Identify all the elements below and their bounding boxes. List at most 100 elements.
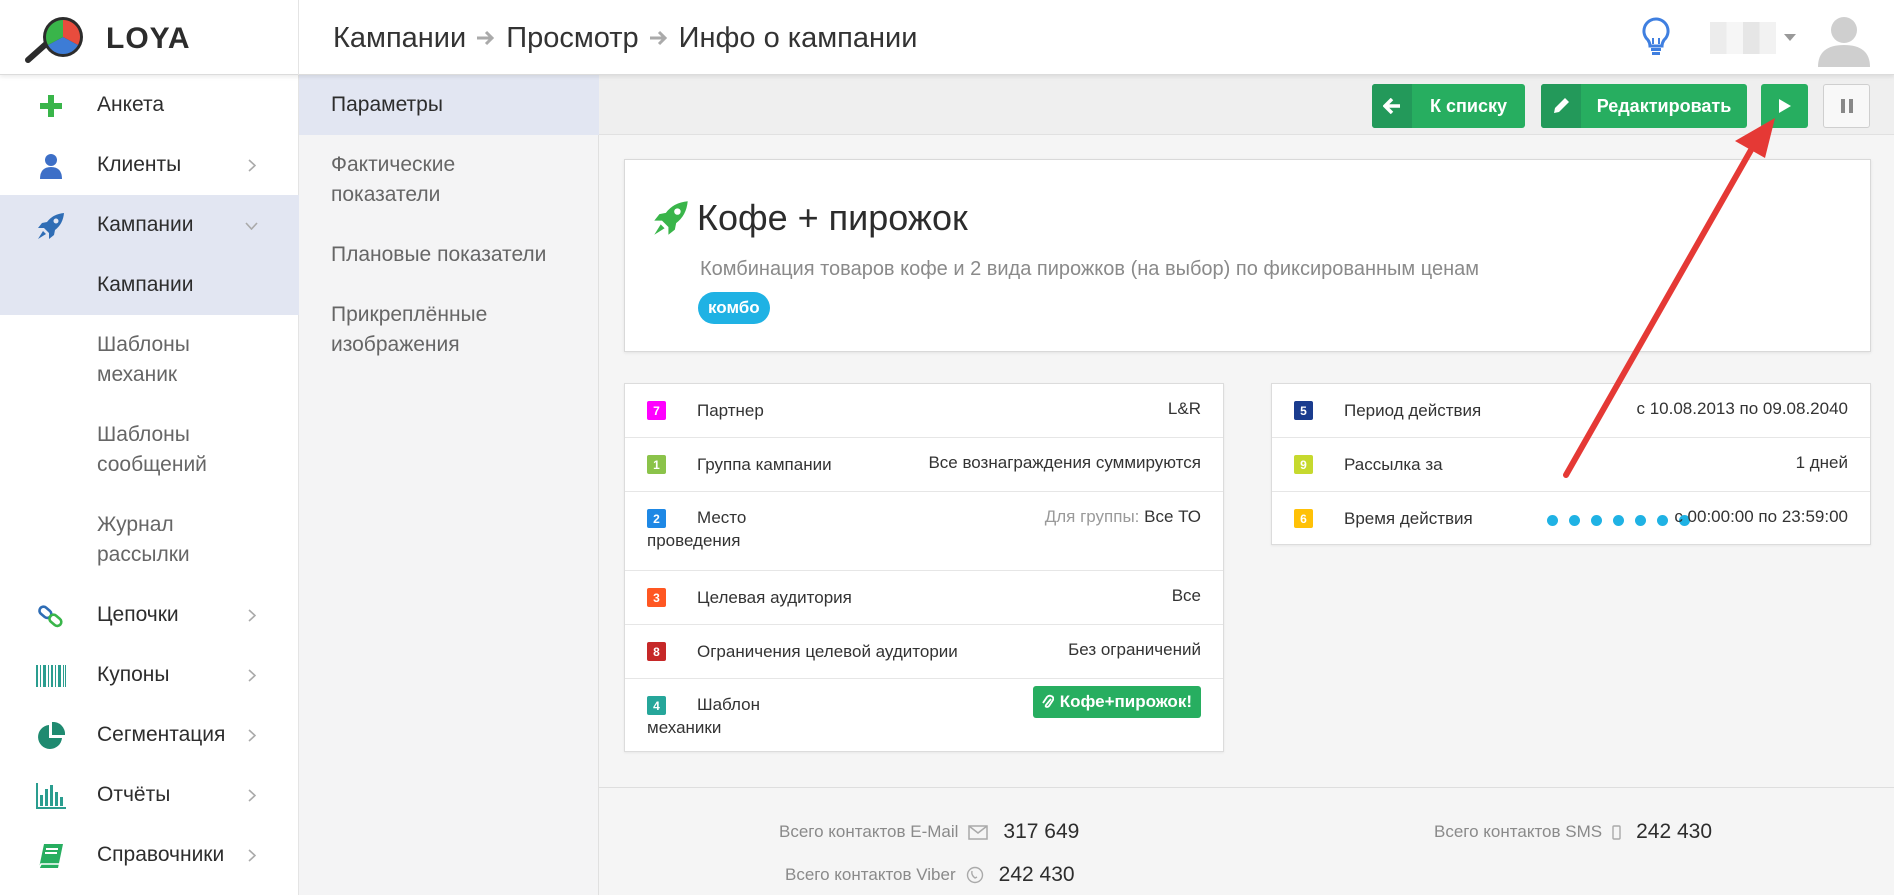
logo-magnifier-icon (24, 14, 86, 64)
param-badge: 5 (1294, 401, 1313, 420)
secondary-nav: Параметры Фактические показатели Плановы… (299, 75, 599, 895)
back-to-list-button[interactable]: К списку (1372, 84, 1525, 128)
param-badge: 3 (647, 588, 666, 607)
viber-phone-icon (966, 866, 984, 884)
sidebar-subitem-label: Шаблоны механик (97, 333, 190, 386)
rocket-icon (36, 211, 66, 241)
param-row-mechanic-template: 4 Шаблон механики Кофе+пирожок! (625, 679, 1223, 753)
param-row-audience-limits: 8 Ограничения целевой аудитории Без огра… (625, 625, 1223, 679)
sidebar-subitem-label: Кампании (97, 273, 194, 296)
sidebar-item-label: Цепочки (97, 603, 179, 626)
sidebar-item-label: Отчёты (97, 783, 171, 806)
pencil-icon (1541, 84, 1581, 128)
param-value: с 00:00:00 по 23:59:00 (1674, 507, 1848, 526)
main-content: К списку Редактировать Кофе + пирожок Ко… (599, 75, 1894, 895)
edit-button[interactable]: Редактировать (1541, 84, 1747, 128)
stat-sms-label: Всего контактов SMS (1434, 822, 1603, 841)
sidebar-subitem-message-templates[interactable]: Шаблоны сообщений (0, 405, 299, 495)
user-icon (36, 151, 66, 181)
user-name-blurred[interactable] (1710, 22, 1776, 54)
param-value-text: Все ТО (1144, 507, 1201, 526)
play-icon (1778, 99, 1791, 113)
campaign-title: Кофе + пирожок (697, 197, 968, 238)
chevron-down-icon[interactable] (1784, 34, 1796, 42)
sidebar-item-label: Кампании (97, 213, 194, 236)
book-icon (36, 841, 66, 871)
logo[interactable]: LOYA (0, 0, 299, 75)
subnav-item-actual-metrics[interactable]: Фактические показатели (299, 135, 599, 225)
logo-text: LOYA (106, 22, 191, 55)
campaign-description: Комбинация товаров кофе и 2 вида пирожко… (700, 258, 1479, 280)
param-value-prefix: Для группы: (1044, 507, 1140, 526)
breadcrumb-item-campaigns[interactable]: Кампании (333, 22, 466, 55)
lightbulb-icon[interactable] (1640, 16, 1672, 58)
top-bar: LOYA Кампании Просмотр Инфо о кампании (0, 0, 1894, 75)
avatar[interactable] (1815, 11, 1873, 67)
stat-viber-value: 242 430 (998, 863, 1075, 886)
sidebar-item-chains[interactable]: Цепочки (0, 585, 299, 645)
subnav-item-parameters[interactable]: Параметры (299, 75, 599, 135)
param-label: Период действия (1344, 401, 1482, 420)
param-badge: 8 (647, 642, 666, 661)
subnav-item-label: Плановые показатели (331, 243, 547, 266)
param-badge: 9 (1294, 455, 1313, 474)
param-label: Шаблон механики (647, 695, 760, 737)
param-value: L&R (1167, 399, 1201, 418)
back-to-list-label: К списку (1430, 95, 1507, 116)
weekday-dot (1591, 515, 1602, 526)
param-badge: 6 (1294, 509, 1313, 528)
sidebar-subitem-label: Журнал рассылки (97, 513, 190, 566)
chevron-right-icon (248, 789, 256, 802)
subnav-item-planned-metrics[interactable]: Плановые показатели (299, 225, 599, 285)
chevron-right-icon (248, 159, 256, 172)
sidebar-item-label: Купоны (97, 663, 170, 686)
barcode-icon (36, 661, 66, 691)
mechanic-template-link[interactable]: Кофе+пирожок! (1032, 686, 1201, 718)
breadcrumb-item-view[interactable]: Просмотр (506, 22, 638, 55)
sidebar-item-reports[interactable]: Отчёты (0, 765, 299, 825)
stat-email-label: Всего контактов E-Mail (779, 822, 959, 841)
sidebar-item-label: Анкета (97, 93, 165, 116)
weekday-dot (1613, 515, 1624, 526)
sidebar-item-coupons[interactable]: Купоны (0, 645, 299, 705)
rocket-icon (653, 200, 689, 236)
sidebar-item-campaigns[interactable]: Кампании (0, 195, 299, 255)
weekday-dot (1547, 515, 1558, 526)
param-label: Целевая аудитория (697, 588, 852, 607)
campaign-tag[interactable]: комбо (698, 292, 770, 324)
sidebar-item-directories[interactable]: Справочники (0, 825, 299, 885)
subnav-item-label: Фактические показатели (331, 153, 456, 206)
envelope-icon (968, 824, 989, 840)
param-value: 1 дней (1795, 453, 1848, 472)
sidebar-item-segmentation[interactable]: Сегментация (0, 705, 299, 765)
sidebar-subitem-mailing-log[interactable]: Журнал рассылки (0, 495, 299, 585)
breadcrumb-arrow-icon (476, 29, 496, 47)
stat-email-value: 317 649 (1003, 820, 1080, 843)
param-label: Группа кампании (697, 455, 832, 474)
param-label: Время действия (1344, 509, 1473, 528)
sidebar-item-survey[interactable]: Анкета (0, 75, 299, 135)
breadcrumb-item-current: Инфо о кампании (678, 21, 918, 54)
sidebar-subitem-mechanic-templates[interactable]: Шаблоны механик (0, 315, 299, 405)
sidebar-subitem-campaigns[interactable]: Кампании (0, 255, 299, 315)
param-value: Все вознаграждения суммируются (928, 453, 1201, 472)
sidebar-item-clients[interactable]: Клиенты (0, 135, 299, 195)
sidebar-subitem-label: Шаблоны сообщений (97, 423, 207, 476)
param-row-location: 2 Место проведения Для группы: Все ТО (625, 492, 1223, 571)
param-row-partner: 7 Партнер L&R (625, 384, 1223, 438)
chevron-right-icon (248, 609, 256, 622)
subnav-item-attached-images[interactable]: Прикреплённые изображения (299, 285, 599, 375)
param-badge: 1 (647, 455, 666, 474)
toolbar: К списку Редактировать (599, 75, 1894, 135)
params-card-left: 7 Партнер L&R 1 Группа кампании Все возн… (624, 383, 1224, 752)
pause-button[interactable] (1823, 84, 1870, 128)
param-row-campaign-group: 1 Группа кампании Все вознаграждения сум… (625, 438, 1223, 492)
start-button[interactable] (1761, 84, 1808, 128)
stat-viber: Всего контактов Viber 242 430 (785, 863, 1075, 887)
pause-icon (1840, 99, 1853, 113)
param-value: с 10.08.2013 по 09.08.2040 (1636, 399, 1849, 418)
sidebar-item-label: Сегментация (97, 723, 226, 746)
contact-stats: Всего контактов E-Mail 317 649 Всего кон… (599, 787, 1894, 895)
chevron-right-icon (248, 849, 256, 862)
chevron-right-icon (248, 729, 256, 742)
